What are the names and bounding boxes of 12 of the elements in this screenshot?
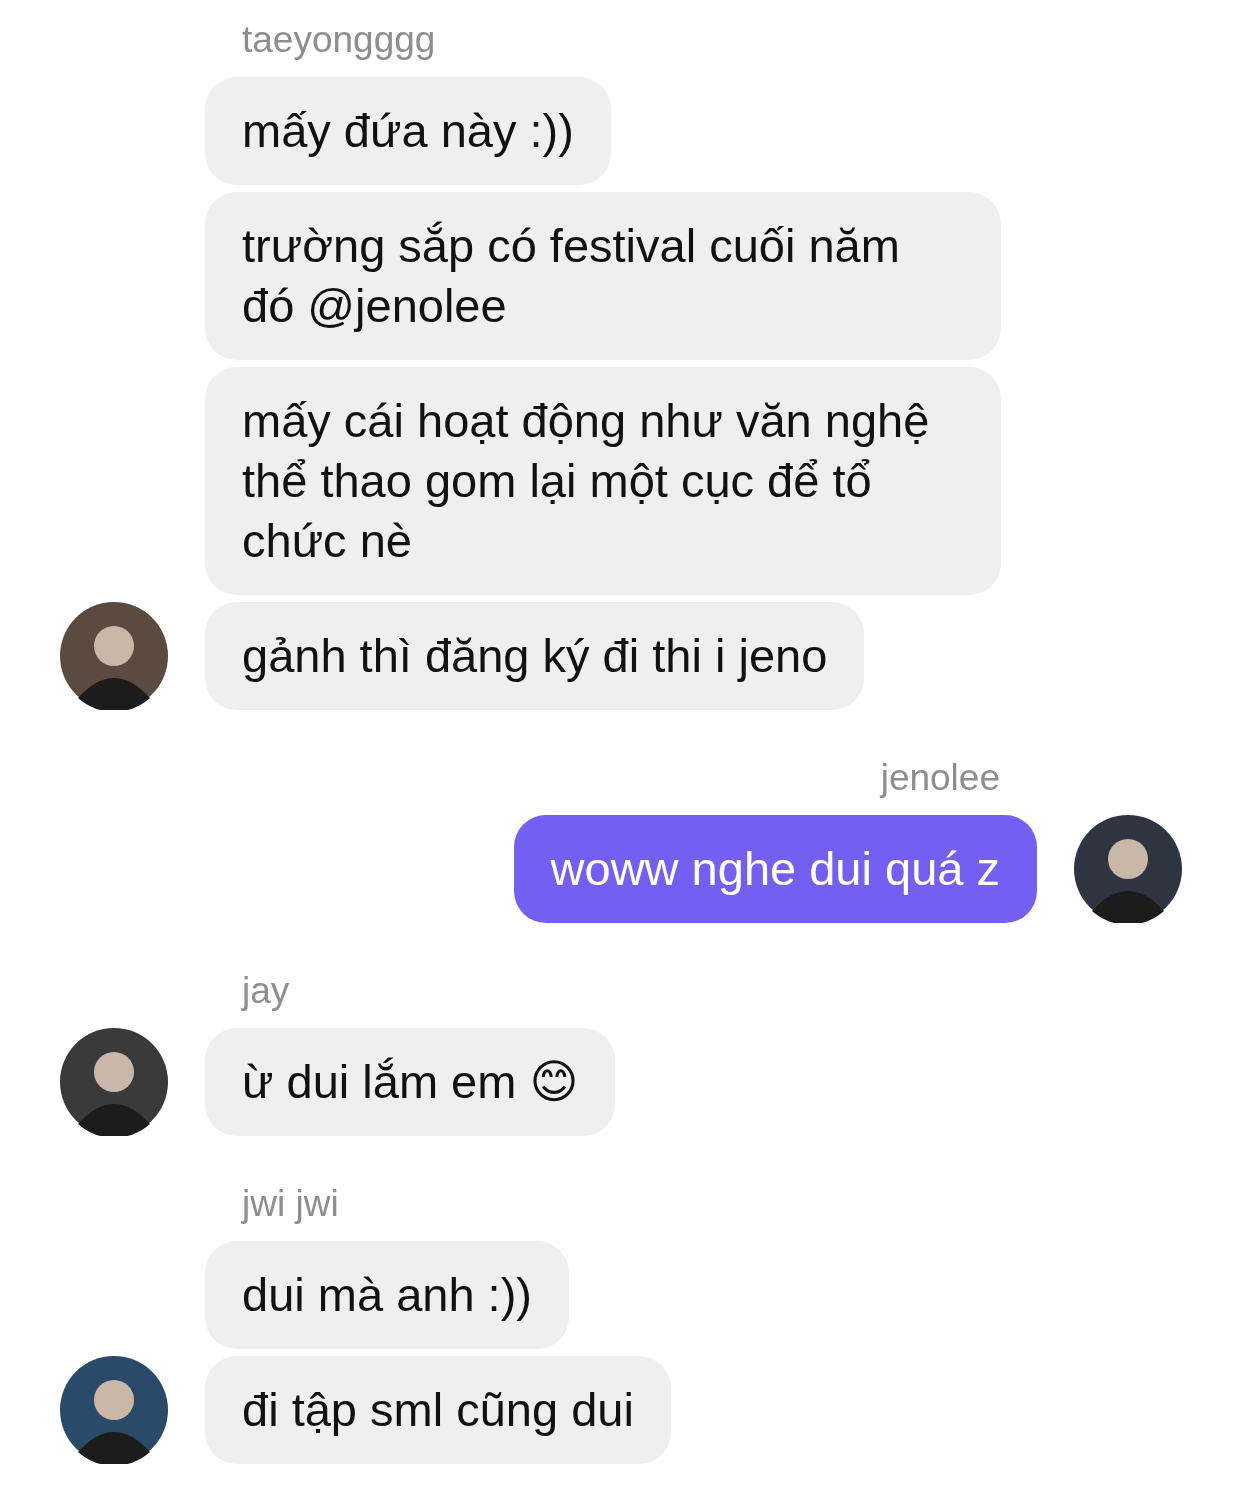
message-bubble: gảnh thì đăng ký đi thi i jeno [205, 602, 865, 710]
sender-name: taeyongggg [241, 18, 437, 62]
message-bubble: mấy cái hoạt động như văn nghệ thể thao gom lại một cục để tổ chức nè [205, 367, 1001, 595]
message-bubble: trường sắp có festival cuối năm đó @jenolee [205, 192, 1001, 360]
sender-name: jenolee [878, 756, 1001, 800]
sender-name: jwi jwi [240, 1182, 340, 1226]
message-bubble: ừ dui lắm em 😊 [205, 1028, 616, 1136]
message-bubble: dui mà anh :)) [205, 1241, 569, 1349]
message-bubble: đi tập sml cũng dui [205, 1356, 671, 1464]
message-bubble: mấy đứa này :)) [205, 77, 611, 185]
sender-name: jay [240, 969, 291, 1013]
message-bubble: woww nghe dui quá z [513, 815, 1037, 923]
